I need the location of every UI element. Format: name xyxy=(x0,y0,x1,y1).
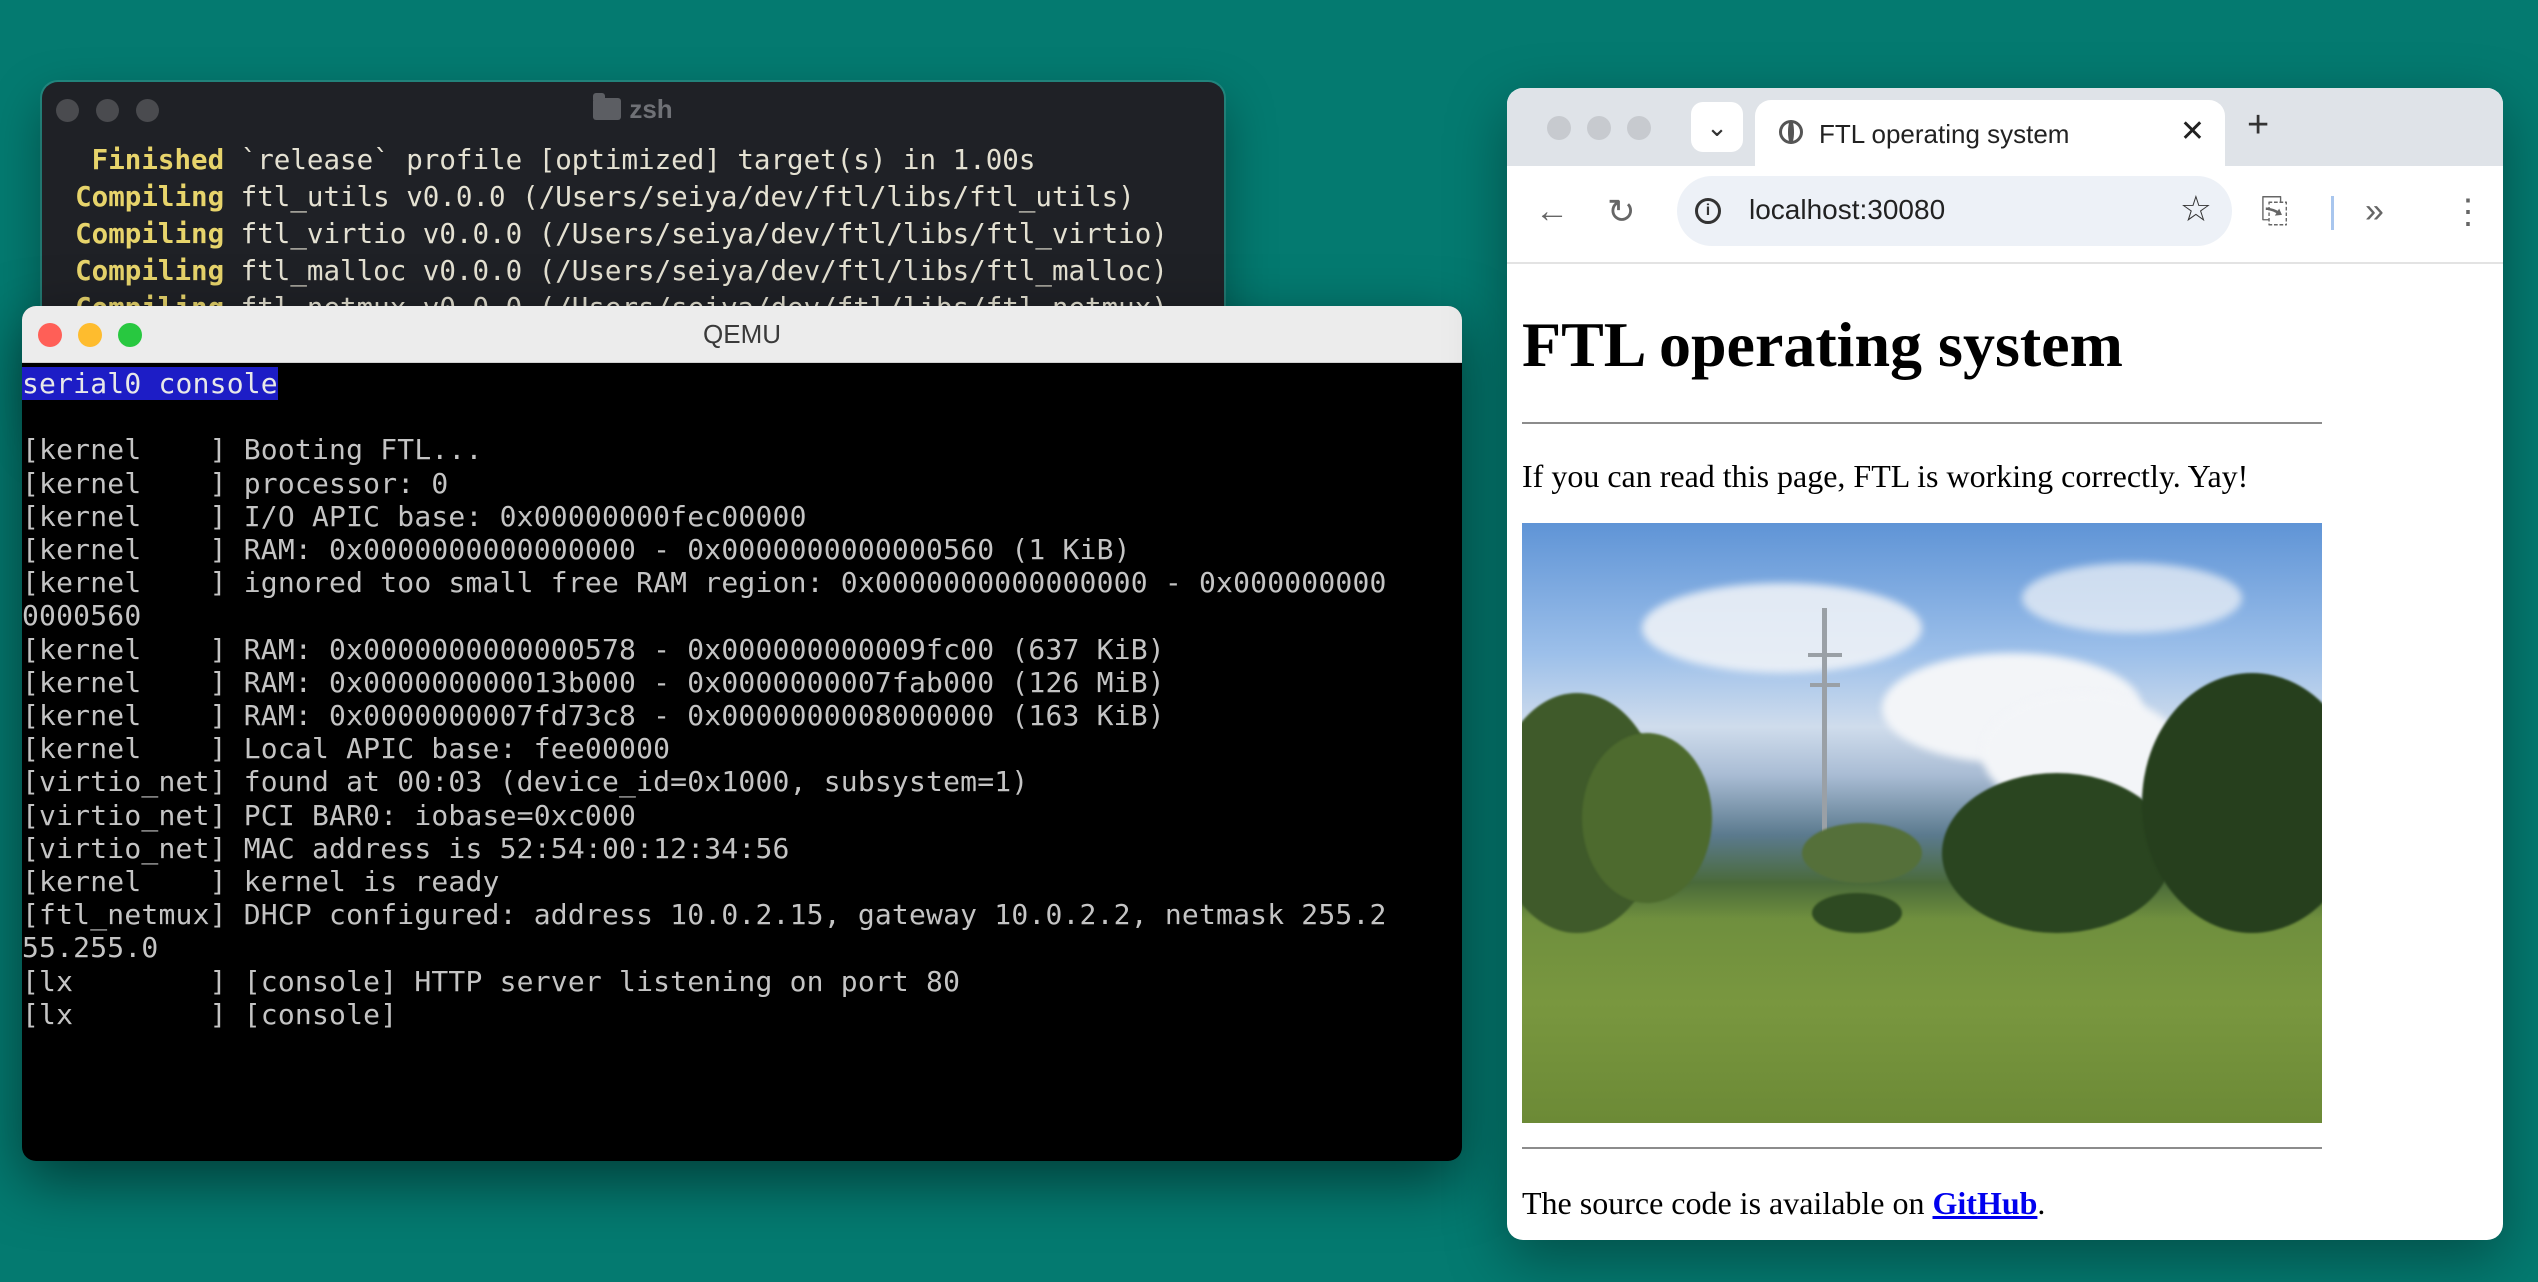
more-menu-icon[interactable]: ⋮ xyxy=(2451,192,2485,232)
tab-ftl-operating-system[interactable]: FTL operating system ✕ xyxy=(1755,100,2225,166)
console-line: [virtio_net] found at 00:03 (device_id=0… xyxy=(22,765,1029,799)
zsh-output-line: Compiling ftl_virtio v0.0.0 (/Users/seiy… xyxy=(42,218,1168,250)
divider xyxy=(1522,422,2322,424)
divider xyxy=(1522,1147,2322,1149)
console-line: [lx ] [console] xyxy=(22,997,398,1031)
console-line: [kernel ] Booting FTL... xyxy=(22,433,483,467)
power-tower-shape xyxy=(1808,653,1842,657)
tree-shape xyxy=(1942,773,2172,933)
back-arrow-icon[interactable]: ← xyxy=(1535,192,1569,231)
qemu-console-output[interactable]: serial0 console [kernel ] Booting FTL...… xyxy=(22,363,1462,1031)
console-line: 0000560 xyxy=(22,599,142,633)
chevron-down-icon: ⌄ xyxy=(1706,112,1728,142)
browser-window[interactable]: ⌄ FTL operating system ✕ + ← ↻ i localho… xyxy=(1507,88,2503,1240)
console-line: [virtio_net] PCI BAR0: iobase=0xc000 xyxy=(22,798,637,832)
browser-toolbar: ← ↻ i localhost:30080 ☆ ⎘ » ⋮ xyxy=(1507,166,2503,264)
park-photo xyxy=(1522,523,2322,1123)
source-text: The source code is available on GitHub. xyxy=(1522,1185,2046,1221)
power-tower-shape xyxy=(1810,683,1840,687)
folder-icon xyxy=(593,93,622,120)
tree-shape xyxy=(1802,823,1922,883)
bookmark-star-icon[interactable]: ☆ xyxy=(2180,188,2212,230)
console-line: 55.255.0 xyxy=(22,931,159,965)
web-page-content: FTL operating system If you can read thi… xyxy=(1507,310,2503,1222)
zsh-output[interactable]: Finished `release` profile [optimized] t… xyxy=(42,142,1224,327)
tree-shape xyxy=(1582,733,1712,903)
console-line: [lx ] [console] HTTP server listening on… xyxy=(22,964,961,998)
url-text[interactable]: localhost:30080 xyxy=(1749,194,1945,226)
cloud-shape xyxy=(2022,563,2242,633)
tab-search-button[interactable]: ⌄ xyxy=(1691,102,1743,152)
console-line: [ftl_netmux] DHCP configured: address 10… xyxy=(22,898,1387,932)
console-line: [kernel ] kernel is ready xyxy=(22,865,500,899)
extensions-puzzle-icon[interactable]: ⎘ xyxy=(2261,192,2288,231)
qemu-titlebar[interactable]: QEMU xyxy=(22,306,1462,363)
console-line: [kernel ] RAM: 0x0000000007fd73c8 - 0x00… xyxy=(22,699,1165,733)
console-line: [kernel ] RAM: 0x000000000013b000 - 0x00… xyxy=(22,665,1165,699)
console-label: serial0 console xyxy=(22,367,278,400)
browser-minimize-button[interactable] xyxy=(1587,116,1611,140)
new-tab-button[interactable]: + xyxy=(2247,104,2269,147)
chevron-double-right-icon[interactable]: » xyxy=(2365,192,2384,231)
reload-icon[interactable]: ↻ xyxy=(1607,192,1636,232)
console-line: [kernel ] Local APIC base: fee00000 xyxy=(22,732,671,766)
console-line: [virtio_net] MAC address is 52:54:00:12:… xyxy=(22,831,790,865)
zsh-titlebar[interactable]: zsh xyxy=(42,82,1224,138)
zsh-output-line: Compiling ftl_malloc v0.0.0 (/Users/seiy… xyxy=(42,255,1168,287)
globe-icon xyxy=(1779,120,1803,144)
toolbar-divider xyxy=(2331,196,2334,230)
browser-close-button[interactable] xyxy=(1547,116,1571,140)
github-link[interactable]: GitHub xyxy=(1933,1185,2038,1221)
tab-title: FTL operating system xyxy=(1819,119,2070,149)
tree-shape xyxy=(1812,893,1902,933)
browser-zoom-button[interactable] xyxy=(1627,116,1651,140)
console-line: [kernel ] processor: 0 xyxy=(22,466,449,500)
zsh-output-line: Finished `release` profile [optimized] t… xyxy=(42,144,1036,176)
qemu-window-title: QEMU xyxy=(703,319,781,349)
address-bar[interactable]: i localhost:30080 ☆ xyxy=(1677,176,2232,246)
intro-text: If you can read this page, FTL is workin… xyxy=(1522,458,2249,494)
page-heading: FTL operating system xyxy=(1522,309,2123,380)
console-line: [kernel ] RAM: 0x0000000000000000 - 0x00… xyxy=(22,533,1131,567)
site-info-icon[interactable]: i xyxy=(1695,198,1721,224)
tab-strip[interactable]: ⌄ FTL operating system ✕ + xyxy=(1507,88,2503,166)
cloud-shape xyxy=(1642,583,1922,673)
console-line: [kernel ] ignored too small free RAM reg… xyxy=(22,566,1387,600)
close-icon[interactable]: ✕ xyxy=(2180,114,2205,149)
power-tower-shape xyxy=(1822,608,1827,838)
console-line: [kernel ] RAM: 0x0000000000000578 - 0x00… xyxy=(22,632,1165,666)
zsh-window-title: zsh xyxy=(42,93,1224,125)
tree-shape xyxy=(2142,673,2322,933)
console-line: [kernel ] I/O APIC base: 0x00000000fec00… xyxy=(22,499,807,533)
zsh-output-line: Compiling ftl_utils v0.0.0 (/Users/seiya… xyxy=(42,181,1135,213)
qemu-window[interactable]: QEMU serial0 console [kernel ] Booting F… xyxy=(22,306,1462,1161)
